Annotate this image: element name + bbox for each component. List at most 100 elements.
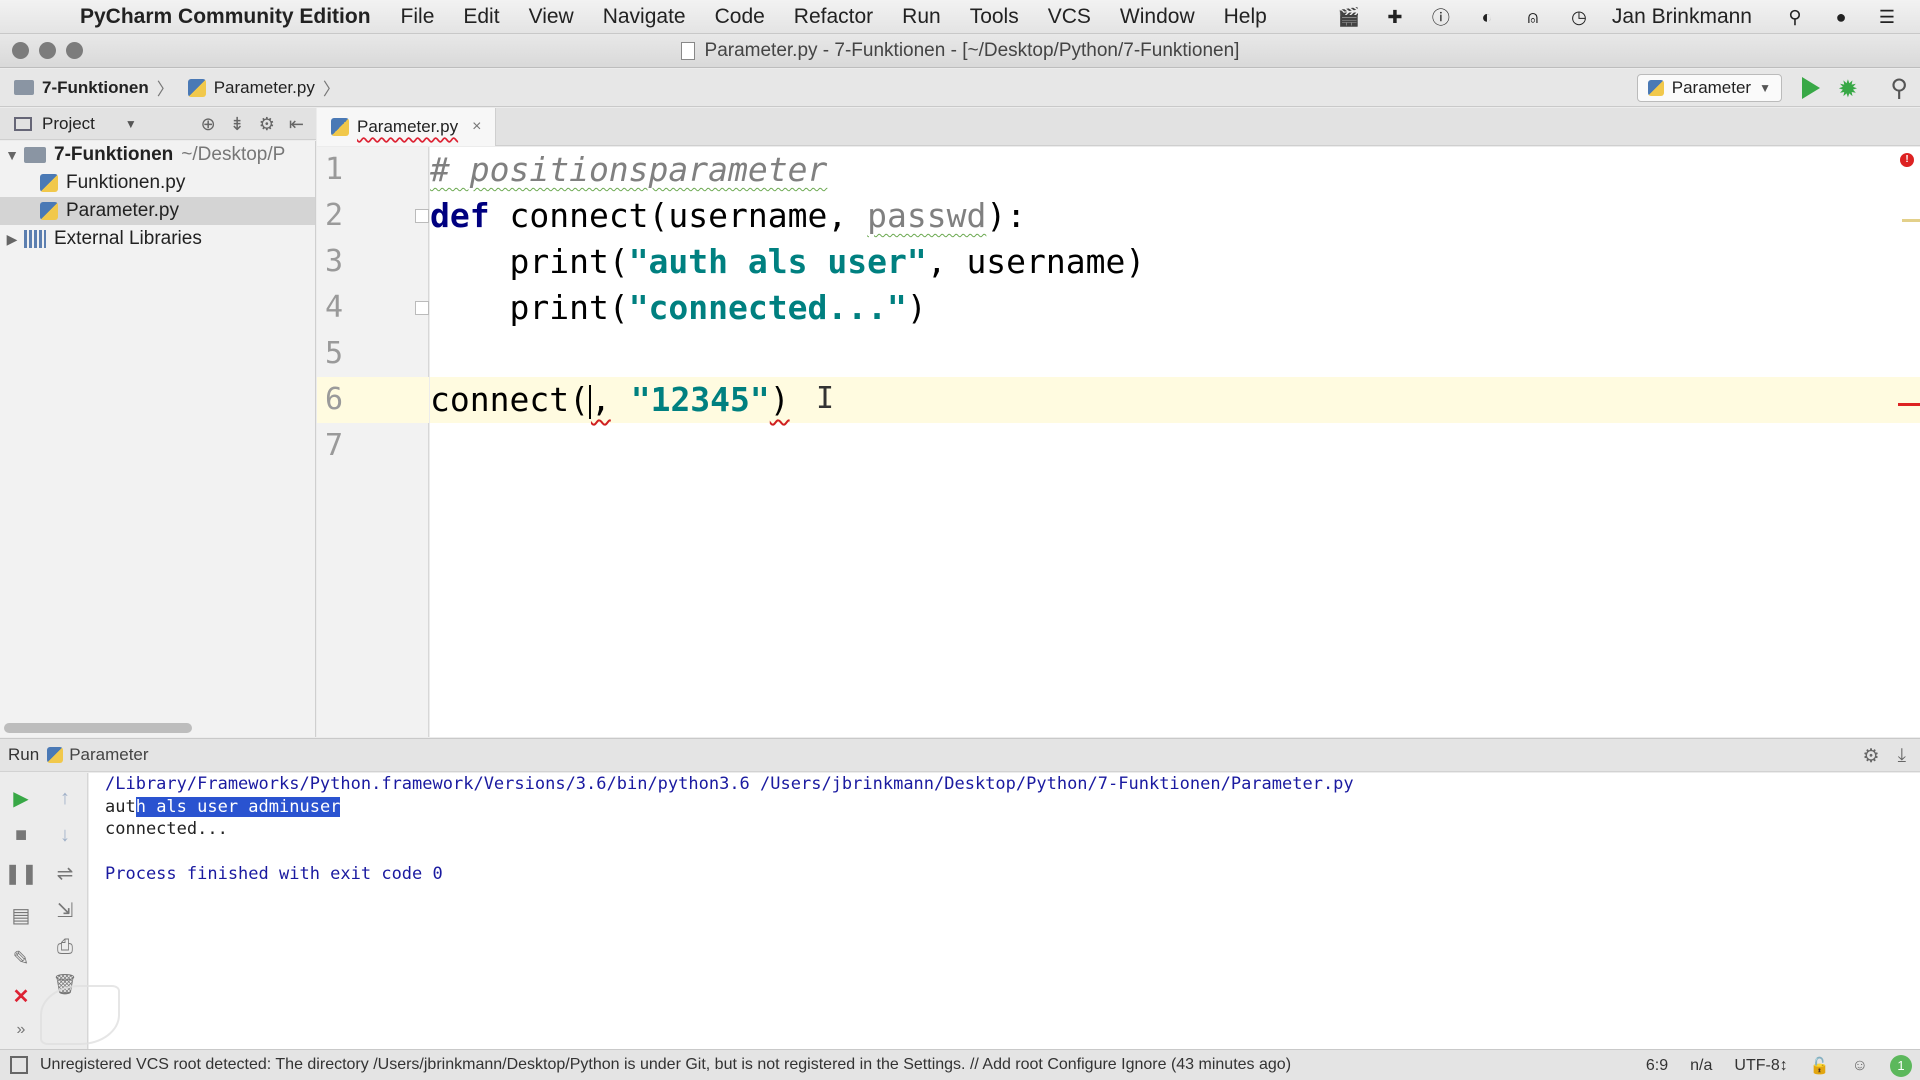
menu-window[interactable]: Window: [1120, 5, 1195, 29]
lock-icon[interactable]: 🔓: [1810, 1056, 1830, 1076]
gear-icon[interactable]: ⚙: [259, 114, 275, 135]
screenflow-icon[interactable]: 🎬: [1336, 4, 1362, 30]
more-icon[interactable]: »: [6, 1015, 36, 1045]
tree-external-libraries[interactable]: ▶ External Libraries: [0, 225, 315, 253]
menu-view[interactable]: View: [529, 5, 574, 29]
line-number: 7: [325, 428, 344, 463]
menu-help[interactable]: Help: [1224, 5, 1267, 29]
chevron-down-icon[interactable]: ▼: [125, 117, 137, 131]
mouse-ibeam-cursor-icon: I: [816, 381, 835, 416]
code-editor[interactable]: # positionsparameter def connect(usernam…: [430, 147, 1920, 737]
breadcrumb-file[interactable]: Parameter.py 〉: [187, 75, 340, 100]
pin-icon[interactable]: ✎: [6, 943, 36, 973]
tree-root-folder[interactable]: ▼ 7-Funktionen ~/Desktop/P: [0, 141, 315, 169]
hide-panel-icon[interactable]: ⇤: [289, 114, 304, 135]
soft-wrap-icon[interactable]: ⇌: [50, 858, 80, 888]
code-token: print(: [430, 242, 629, 281]
breadcrumb-project-label: 7-Funktionen: [42, 77, 149, 97]
user-name[interactable]: Jan Brinkmann: [1612, 5, 1752, 29]
menu-refactor[interactable]: Refactor: [794, 5, 873, 29]
editor-gutter: 1 2 3 4 5 6 7: [317, 147, 429, 737]
close-icon[interactable]: ✕: [6, 981, 36, 1011]
siri-icon[interactable]: ●: [1828, 4, 1854, 30]
fold-end-marker-icon[interactable]: [415, 301, 429, 315]
restore-layout-icon[interactable]: ▤: [6, 900, 36, 930]
breadcrumb-file-label: Parameter.py: [213, 77, 315, 97]
code-token: , username): [926, 242, 1146, 281]
python-file-icon: [40, 174, 58, 192]
rerun-icon[interactable]: ▶: [6, 783, 36, 813]
search-icon[interactable]: ⚲: [1890, 74, 1908, 103]
status-message[interactable]: Unregistered VCS root detected: The dire…: [40, 1056, 1291, 1074]
pause-icon[interactable]: ❚❚: [4, 858, 38, 888]
down-arrow-icon[interactable]: ↓: [50, 820, 80, 850]
python-file-icon: [47, 747, 64, 763]
run-tab-parameter[interactable]: Parameter: [69, 745, 148, 765]
up-arrow-icon[interactable]: ↑: [50, 783, 80, 813]
tree-item-funktionen[interactable]: Funktionen.py: [0, 169, 315, 197]
spotlight-search-icon[interactable]: ⚲: [1782, 4, 1808, 30]
line-separator-widget[interactable]: n/a: [1690, 1057, 1712, 1075]
warning-stripe[interactable]: [1902, 219, 1920, 222]
hector-inspection-icon[interactable]: ☺: [1852, 1057, 1868, 1075]
collapse-all-icon[interactable]: ⇟: [230, 114, 245, 135]
bell-icon[interactable]: ⍝: [1520, 4, 1546, 30]
print-icon[interactable]: ⎙: [50, 932, 80, 962]
plus-icon[interactable]: ✚: [1382, 4, 1408, 30]
encoding-widget[interactable]: UTF-8↕: [1734, 1057, 1787, 1075]
minimize-window-button[interactable]: [39, 42, 56, 59]
menu-tools[interactable]: Tools: [970, 5, 1019, 29]
run-icon[interactable]: [1802, 77, 1820, 99]
tool-windows-icon[interactable]: [10, 1056, 28, 1074]
console-command: /Library/Frameworks/Python.framework/Ver…: [105, 774, 1354, 794]
comment-token: # positionsparameter: [430, 150, 828, 189]
menu-code[interactable]: Code: [715, 5, 765, 29]
debug-icon[interactable]: ✹: [1838, 75, 1858, 104]
run-configuration-label: Parameter: [1671, 78, 1752, 97]
scroll-to-end-icon[interactable]: ⇲: [50, 895, 80, 925]
menu-vcs[interactable]: VCS: [1048, 5, 1091, 29]
zoom-window-button[interactable]: [66, 42, 83, 59]
close-tab-icon[interactable]: ×: [472, 118, 481, 136]
error-indicator-icon[interactable]: !: [1900, 153, 1914, 167]
event-log-badge[interactable]: 1: [1890, 1054, 1912, 1077]
menu-run[interactable]: Run: [902, 5, 941, 29]
tab-parameter-py[interactable]: Parameter.py ×: [317, 108, 497, 146]
gear-icon[interactable]: ⚙: [1863, 745, 1880, 768]
menu-navigate[interactable]: Navigate: [603, 5, 686, 29]
menu-edit[interactable]: Edit: [463, 5, 499, 29]
run-configuration-select[interactable]: Parameter ▼: [1636, 74, 1782, 102]
document-icon: [680, 41, 695, 60]
project-panel-header: Project ▼ ⊕ ⇟ ⚙ ⇤: [0, 108, 316, 140]
python-file-icon: [331, 118, 349, 136]
error-stripe[interactable]: [1898, 403, 1920, 406]
collapsed-arrow-icon[interactable]: ▶: [0, 231, 24, 248]
keyword-token: def: [430, 196, 490, 235]
time-machine-icon[interactable]: ◷: [1566, 4, 1592, 30]
caret-position[interactable]: 6:9: [1646, 1057, 1668, 1075]
menu-file[interactable]: File: [401, 5, 435, 29]
scroll-from-source-icon[interactable]: ⊕: [201, 114, 216, 135]
fold-marker-icon[interactable]: [415, 209, 429, 223]
menu-bar-tray: 🎬 ✚ ⓘ ◐ ⍝ ◷ Jan Brinkmann ⚲ ● ☰: [1336, 0, 1920, 34]
run-console[interactable]: /Library/Frameworks/Python.framework/Ver…: [89, 773, 1920, 1049]
leaf-icon[interactable]: ◐: [1474, 4, 1500, 30]
password-manager-icon[interactable]: ⓘ: [1428, 4, 1454, 30]
external-libraries-label: External Libraries: [54, 228, 202, 249]
run-panel-tools: ⚙ ⤓: [1863, 745, 1906, 768]
close-window-button[interactable]: [12, 42, 29, 59]
project-view-select[interactable]: Project: [42, 114, 95, 134]
root-folder-path: ~/Desktop/P: [181, 144, 286, 165]
notification-center-icon[interactable]: ☰: [1874, 4, 1900, 30]
tree-item-parameter[interactable]: Parameter.py: [0, 197, 315, 225]
breadcrumb-project[interactable]: 7-Funktionen 〉: [14, 75, 174, 100]
app-menu[interactable]: PyCharm Community Edition: [80, 5, 371, 29]
folder-icon: [14, 80, 34, 95]
stop-icon[interactable]: ■: [6, 820, 36, 850]
hide-panel-icon[interactable]: ⤓: [1898, 745, 1906, 768]
horizontal-scrollbar[interactable]: [4, 723, 192, 733]
expanded-arrow-icon[interactable]: ▼: [0, 147, 24, 163]
